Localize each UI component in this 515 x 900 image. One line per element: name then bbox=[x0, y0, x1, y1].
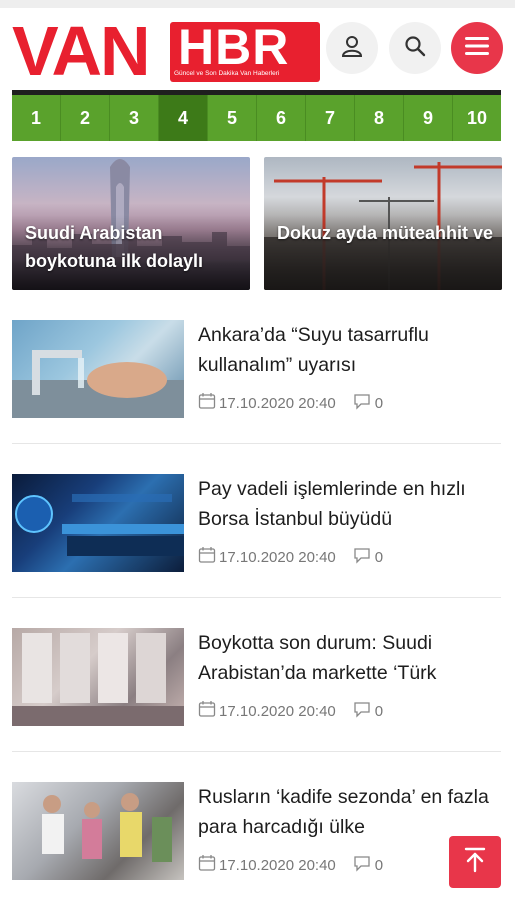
news-thumbnail-market-shelves[interactable] bbox=[12, 628, 184, 726]
site-logo[interactable]: VAN HBR Güncel ve Son Dakika Van Haberle… bbox=[12, 16, 322, 88]
news-date: 17.10.2020 20:40 bbox=[219, 548, 336, 566]
comment-count: 0 bbox=[374, 856, 384, 874]
search-icon bbox=[403, 34, 427, 63]
news-item[interactable]: Pay vadeli işlemlerinde en hızlı Borsa İ… bbox=[12, 474, 501, 574]
page-number-5[interactable]: 5 bbox=[208, 95, 257, 141]
news-meta: 17.10.2020 20:40 0 bbox=[198, 392, 383, 414]
comment-count: 0 bbox=[374, 702, 384, 720]
news-headline[interactable]: Pay vadeli işlemlerinde en hızlı Borsa İ… bbox=[198, 474, 498, 534]
news-divider bbox=[12, 597, 501, 598]
calendar-icon bbox=[198, 854, 216, 876]
comment-count: 0 bbox=[374, 548, 384, 566]
news-date: 17.10.2020 20:40 bbox=[219, 394, 336, 412]
calendar-icon bbox=[198, 546, 216, 568]
news-item[interactable]: Rusların ‘kadife sezonda’ en fazla para … bbox=[12, 782, 501, 882]
site-header: VAN HBR Güncel ve Son Dakika Van Haberle… bbox=[0, 8, 515, 88]
hamburger-menu-icon bbox=[464, 35, 490, 62]
page-number-6[interactable]: 6 bbox=[257, 95, 306, 141]
news-meta: 17.10.2020 20:40 0 bbox=[198, 546, 383, 568]
page-number-2[interactable]: 2 bbox=[61, 95, 110, 141]
news-headline[interactable]: Boykotta son durum: Suudi Arabistan’da m… bbox=[198, 628, 498, 688]
scroll-to-top-button[interactable] bbox=[449, 836, 501, 888]
user-icon bbox=[339, 33, 365, 64]
comment-icon bbox=[352, 392, 372, 414]
featured-title-1: Suudi Arabistan boykotuna ilk dolaylı bbox=[25, 223, 204, 271]
news-divider bbox=[12, 443, 501, 444]
comment-icon bbox=[352, 854, 372, 876]
calendar-icon bbox=[198, 700, 216, 722]
news-headline[interactable]: Ankara’da “Suyu tasarruflu kullanalım” u… bbox=[198, 320, 498, 380]
comment-icon bbox=[352, 700, 372, 722]
page-number-4-active[interactable]: 4 bbox=[159, 95, 208, 141]
logo-hbr-text: HBR bbox=[178, 19, 290, 75]
page-number-9[interactable]: 9 bbox=[404, 95, 453, 141]
menu-button[interactable] bbox=[451, 22, 503, 74]
page-number-7[interactable]: 7 bbox=[306, 95, 355, 141]
news-date: 17.10.2020 20:40 bbox=[219, 702, 336, 720]
news-divider bbox=[12, 751, 501, 752]
logo-tagline: Güncel ve Son Dakika Van Haberleri bbox=[174, 70, 280, 77]
logo-van-text: VAN bbox=[12, 12, 151, 90]
logo-hbr-box: HBR Güncel ve Son Dakika Van Haberleri bbox=[170, 22, 320, 82]
page-number-bar: 1 2 3 4 5 6 7 8 9 10 bbox=[12, 95, 501, 141]
news-item[interactable]: Boykotta son durum: Suudi Arabistan’da m… bbox=[12, 628, 501, 728]
search-button[interactable] bbox=[389, 22, 441, 74]
arrow-up-to-top-icon bbox=[463, 847, 487, 878]
page-number-10[interactable]: 10 bbox=[453, 95, 501, 141]
featured-card-2[interactable]: Dokuz ayda müteahhit ve bbox=[264, 157, 502, 290]
news-meta: 17.10.2020 20:40 0 bbox=[198, 700, 383, 722]
news-item[interactable]: Ankara’da “Suyu tasarruflu kullanalım” u… bbox=[12, 320, 501, 420]
page-number-1[interactable]: 1 bbox=[12, 95, 61, 141]
page-number-3[interactable]: 3 bbox=[110, 95, 159, 141]
featured-title-2: Dokuz ayda müteahhit ve bbox=[277, 223, 494, 243]
user-account-button[interactable] bbox=[326, 22, 378, 74]
news-date: 17.10.2020 20:40 bbox=[219, 856, 336, 874]
calendar-icon bbox=[198, 392, 216, 414]
news-thumbnail-water-tap[interactable] bbox=[12, 320, 184, 418]
featured-card-1[interactable]: Suudi Arabistan boykotuna ilk dolaylı bbox=[12, 157, 250, 290]
comment-count: 0 bbox=[374, 394, 384, 412]
news-thumbnail-tourists[interactable] bbox=[12, 782, 184, 880]
page-number-8[interactable]: 8 bbox=[355, 95, 404, 141]
news-meta: 17.10.2020 20:40 0 bbox=[198, 854, 383, 876]
news-thumbnail-borsa[interactable] bbox=[12, 474, 184, 572]
news-headline[interactable]: Rusların ‘kadife sezonda’ en fazla para … bbox=[198, 782, 498, 842]
comment-icon bbox=[352, 546, 372, 568]
top-strip bbox=[0, 0, 515, 8]
